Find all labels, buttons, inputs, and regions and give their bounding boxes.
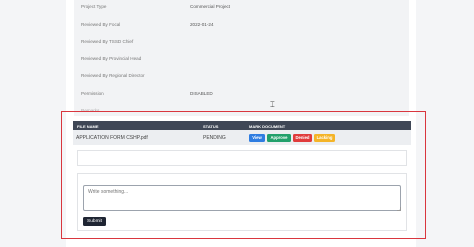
lacking-button[interactable]: Lacking	[314, 133, 335, 142]
status-cell: PENDING	[203, 135, 226, 141]
page-background-left	[0, 0, 60, 247]
detail-label-permission: Permission	[81, 91, 104, 96]
table-row: APPLICATION FORM CSHP.pdf PENDING View A…	[73, 130, 411, 145]
column-header-status: STATUS	[203, 123, 219, 129]
column-header-file-name: FILE NAME	[77, 123, 99, 129]
detail-label-reviewed-by-provincial-head: Reviewed By Provincial Head	[81, 56, 142, 61]
column-header-mark-document: MARK DOCUMENT	[249, 123, 286, 129]
detail-label-reviewed-by-regional-director: Reviewed By Regional Director	[81, 73, 145, 78]
page-background-right	[420, 0, 474, 247]
comment-textarea[interactable]	[83, 185, 401, 211]
detail-label-reviewed-by-focal: Reviewed By Focal	[81, 22, 121, 27]
documents-table-header: FILE NAME STATUS MARK DOCUMENT	[73, 121, 411, 130]
denied-button[interactable]: Denied	[293, 133, 312, 142]
detail-value-permission: DISABLED	[190, 91, 213, 96]
file-name-cell[interactable]: APPLICATION FORM CSHP.pdf	[76, 135, 148, 141]
detail-label-project-type: Project Type	[81, 4, 107, 9]
mouse-cursor-icon: ⌶	[270, 100, 275, 109]
comments-list-box	[77, 150, 407, 166]
detail-value-project-type: Commercial Project	[190, 4, 231, 9]
textarea-resize-handle[interactable]	[397, 207, 401, 211]
detail-value-reviewed-by-focal: 2022-01-24	[190, 22, 214, 27]
submit-button[interactable]: Submit	[83, 217, 106, 226]
detail-label-reviewed-by-tssd-chief: Reviewed By TSSD Chief	[81, 39, 134, 44]
view-button[interactable]: View	[249, 133, 265, 142]
approve-button[interactable]: Approve	[267, 133, 291, 142]
